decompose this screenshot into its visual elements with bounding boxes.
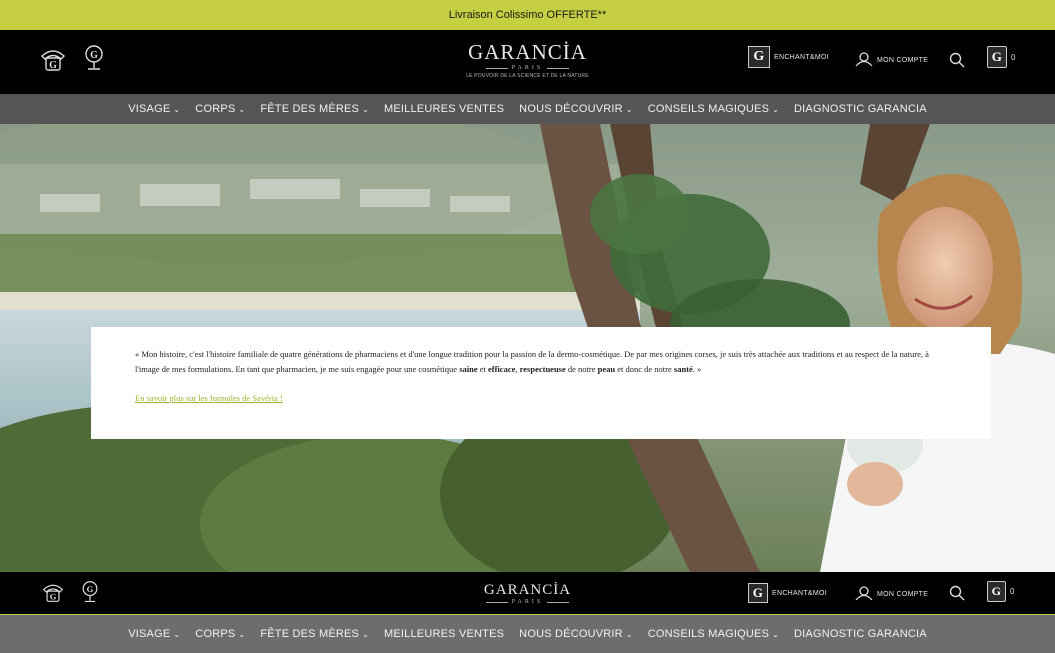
account-label: MON COMPTE <box>877 56 929 64</box>
chevron-down-icon: ⌄ <box>238 630 246 639</box>
chevron-down-icon: ⌄ <box>362 630 369 639</box>
chevron-down-icon: ⌄ <box>238 105 246 114</box>
main-nav: VISAGE ⌄ CORPS ⌄ FÊTE DES MÈRES ⌄ MEILLEURES V… <box>0 94 1055 124</box>
account-link[interactable]: MON COMPTE <box>855 52 928 68</box>
nav-item-label: VISAGE <box>128 103 171 115</box>
nav-item-label: NOUS DÉCOUVRIR <box>519 103 623 115</box>
nav-item-fete-des-meres[interactable]: FÊTE DES MÈRES ⌄ <box>260 103 369 115</box>
formulas-link[interactable]: En savoir plus sur les formules de Savér… <box>135 391 283 406</box>
g-logo-box-icon: G <box>748 46 770 68</box>
nav-item-corps[interactable]: CORPS ⌄ <box>195 628 245 640</box>
enchant-label: ENCHANT&MOI <box>772 589 828 597</box>
nav-item-corps[interactable]: CORPS ⌄ <box>195 103 245 115</box>
garancia-logo[interactable]: GARANCİA PARIS <box>470 582 585 605</box>
enchant-link[interactable]: G ENCHANT&MOI <box>748 46 829 68</box>
cart-link[interactable]: G 0 <box>987 46 1016 68</box>
nav-item-fete-des-meres[interactable]: FÊTE DES MÈRES ⌄ <box>260 628 369 640</box>
enchant-label: ENCHANT&MOI <box>774 53 830 61</box>
location-pin-icon[interactable]: G <box>82 42 106 74</box>
site-header: G G GARANCİA PARIS LE POUVOIR DE LA SCIE… <box>0 30 1055 94</box>
search-icon[interactable] <box>948 51 966 69</box>
nav-item-conseils-magiques[interactable]: CONSEILS MAGIQUES ⌄ <box>648 103 779 115</box>
svg-text:G: G <box>49 60 57 71</box>
chevron-down-icon: ⌄ <box>173 105 181 114</box>
account-link[interactable]: MON COMPTE <box>855 586 928 602</box>
garancia-logo[interactable]: GARANCİA PARIS LE POUVOIR DE LA SCIENCE … <box>455 40 600 79</box>
search-icon[interactable] <box>948 584 966 602</box>
logo-sub: PARIS <box>455 65 600 71</box>
nav-item-label: MEILLEURES VENTES <box>384 628 505 640</box>
nav-item-visage[interactable]: VISAGE ⌄ <box>128 628 180 640</box>
user-icon <box>855 52 873 68</box>
logo-wordmark: GARANCİA <box>468 40 587 64</box>
cart-bag-icon: G <box>987 46 1007 68</box>
nav-item-label: CONSEILS MAGIQUES <box>647 103 770 115</box>
nav-item-label: NOUS DÉCOUVRIR <box>519 628 623 640</box>
quote-text: « Mon histoire, c'est l'histoire familia… <box>135 349 929 374</box>
enchant-link[interactable]: G ENCHANT&MOI <box>748 583 827 603</box>
chevron-down-icon: ⌄ <box>362 105 369 114</box>
nav-item-meilleures-ventes[interactable]: MEILLEURES VENTES <box>384 103 504 115</box>
svg-text:G: G <box>90 50 98 61</box>
chevron-down-icon: ⌄ <box>173 630 181 639</box>
nav-item-conseils-magiques[interactable]: CONSEILS MAGIQUES ⌄ <box>648 628 779 640</box>
phone-g-icon[interactable]: G <box>38 44 68 74</box>
nav-item-label: DIAGNOSTIC GARANCIA <box>794 628 927 640</box>
cart-count: 0 <box>1011 52 1016 62</box>
promo-text: Livraison Colissimo OFFERTE** <box>448 9 607 21</box>
nav-item-label: MEILLEURES VENTES <box>384 103 505 115</box>
chevron-down-icon: ⌄ <box>625 630 633 639</box>
cart-link[interactable]: G 0 <box>987 581 1015 602</box>
nav-item-diagnostic-garancia[interactable]: DIAGNOSTIC GARANCIA <box>794 103 927 115</box>
chevron-down-icon: ⌄ <box>772 630 780 639</box>
chevron-down-icon: ⌄ <box>772 105 780 114</box>
nav-item-label: CORPS <box>195 103 236 115</box>
nav-item-label: VISAGE <box>128 628 171 640</box>
founder-quote: « Mon histoire, c'est l'histoire familia… <box>91 327 991 439</box>
svg-text:G: G <box>87 584 94 594</box>
phone-g-icon[interactable]: G <box>38 578 68 606</box>
nav-item-label: FÊTE DES MÈRES <box>260 103 360 115</box>
g-logo-box-icon: G <box>748 583 768 603</box>
logo-tagline: LE POUVOIR DE LA SCIENCE ET DE LA NATURE <box>466 73 589 79</box>
logo-wordmark: GARANCİA <box>483 582 572 598</box>
user-icon <box>855 586 873 602</box>
nav-item-diagnostic-garancia[interactable]: DIAGNOSTIC GARANCIA <box>794 628 927 640</box>
account-label: MON COMPTE <box>877 590 929 598</box>
nav-item-nous-decouvrir[interactable]: NOUS DÉCOUVRIR ⌄ <box>519 103 633 115</box>
promo-bar: Livraison Colissimo OFFERTE** <box>0 0 1055 30</box>
svg-text:G: G <box>50 592 57 602</box>
chevron-down-icon: ⌄ <box>625 105 633 114</box>
cart-bag-icon: G <box>987 581 1006 602</box>
logo-sub: PARIS <box>470 599 585 605</box>
nav-item-label: CONSEILS MAGIQUES <box>647 628 770 640</box>
nav-item-label: DIAGNOSTIC GARANCIA <box>794 103 927 115</box>
nav-item-meilleures-ventes[interactable]: MEILLEURES VENTES <box>384 628 504 640</box>
nav-item-visage[interactable]: VISAGE ⌄ <box>128 103 180 115</box>
sticky-nav: VISAGE ⌄ CORPS ⌄ FÊTE DES MÈRES ⌄ MEILLEURES V… <box>0 614 1055 653</box>
nav-item-nous-decouvrir[interactable]: NOUS DÉCOUVRIR ⌄ <box>519 628 633 640</box>
nav-item-label: CORPS <box>195 628 236 640</box>
cart-count: 0 <box>1010 587 1015 596</box>
nav-item-label: FÊTE DES MÈRES <box>260 628 360 640</box>
location-pin-icon[interactable]: G <box>80 578 100 606</box>
sticky-header: G G GARANCİA PARIS G ENCHANT&MOI MON COM… <box>0 572 1055 614</box>
